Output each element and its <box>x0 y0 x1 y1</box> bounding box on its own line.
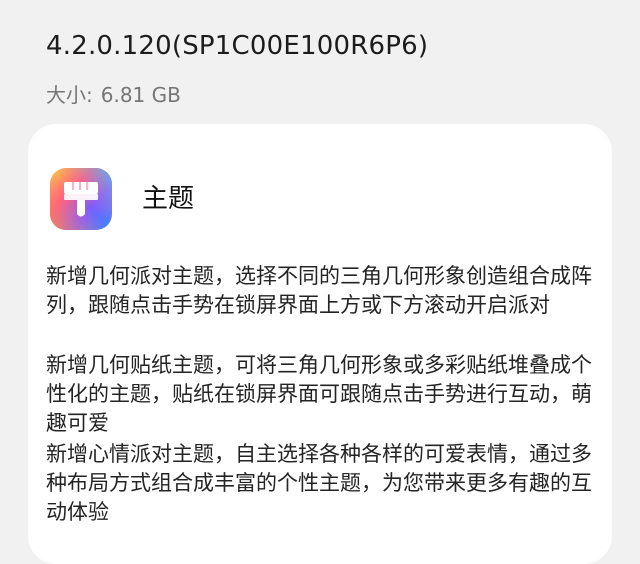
version-title: 4.2.0.120(SP1C00E100R6P6) <box>46 31 429 61</box>
package-size: 大小: 6.81 GB <box>46 80 181 110</box>
changelog-card: 主题 新增几何派对主题，选择不同的三角几何形象创造组合成阵列，跟随点击手势在锁屏… <box>28 124 612 564</box>
paintbrush-icon <box>50 168 112 230</box>
feature-item: 新增几何贴纸主题，可将三角几何形象或多彩贴纸堆叠成个性化的主题，贴纸在锁屏界面可… <box>46 353 592 435</box>
feature-item: 新增心情派对主题，自主选择各种各样的可爱表情，通过多种布局方式组合成丰富的个性主… <box>46 442 592 524</box>
size-value: 6.81 GB <box>100 83 181 107</box>
size-label: 大小: <box>46 83 93 107</box>
feature-item: 新增几何派对主题，选择不同的三角几何形象创造组合成阵列，跟随点击手势在锁屏界面上… <box>46 264 592 317</box>
app-name: 主题 <box>142 184 195 214</box>
